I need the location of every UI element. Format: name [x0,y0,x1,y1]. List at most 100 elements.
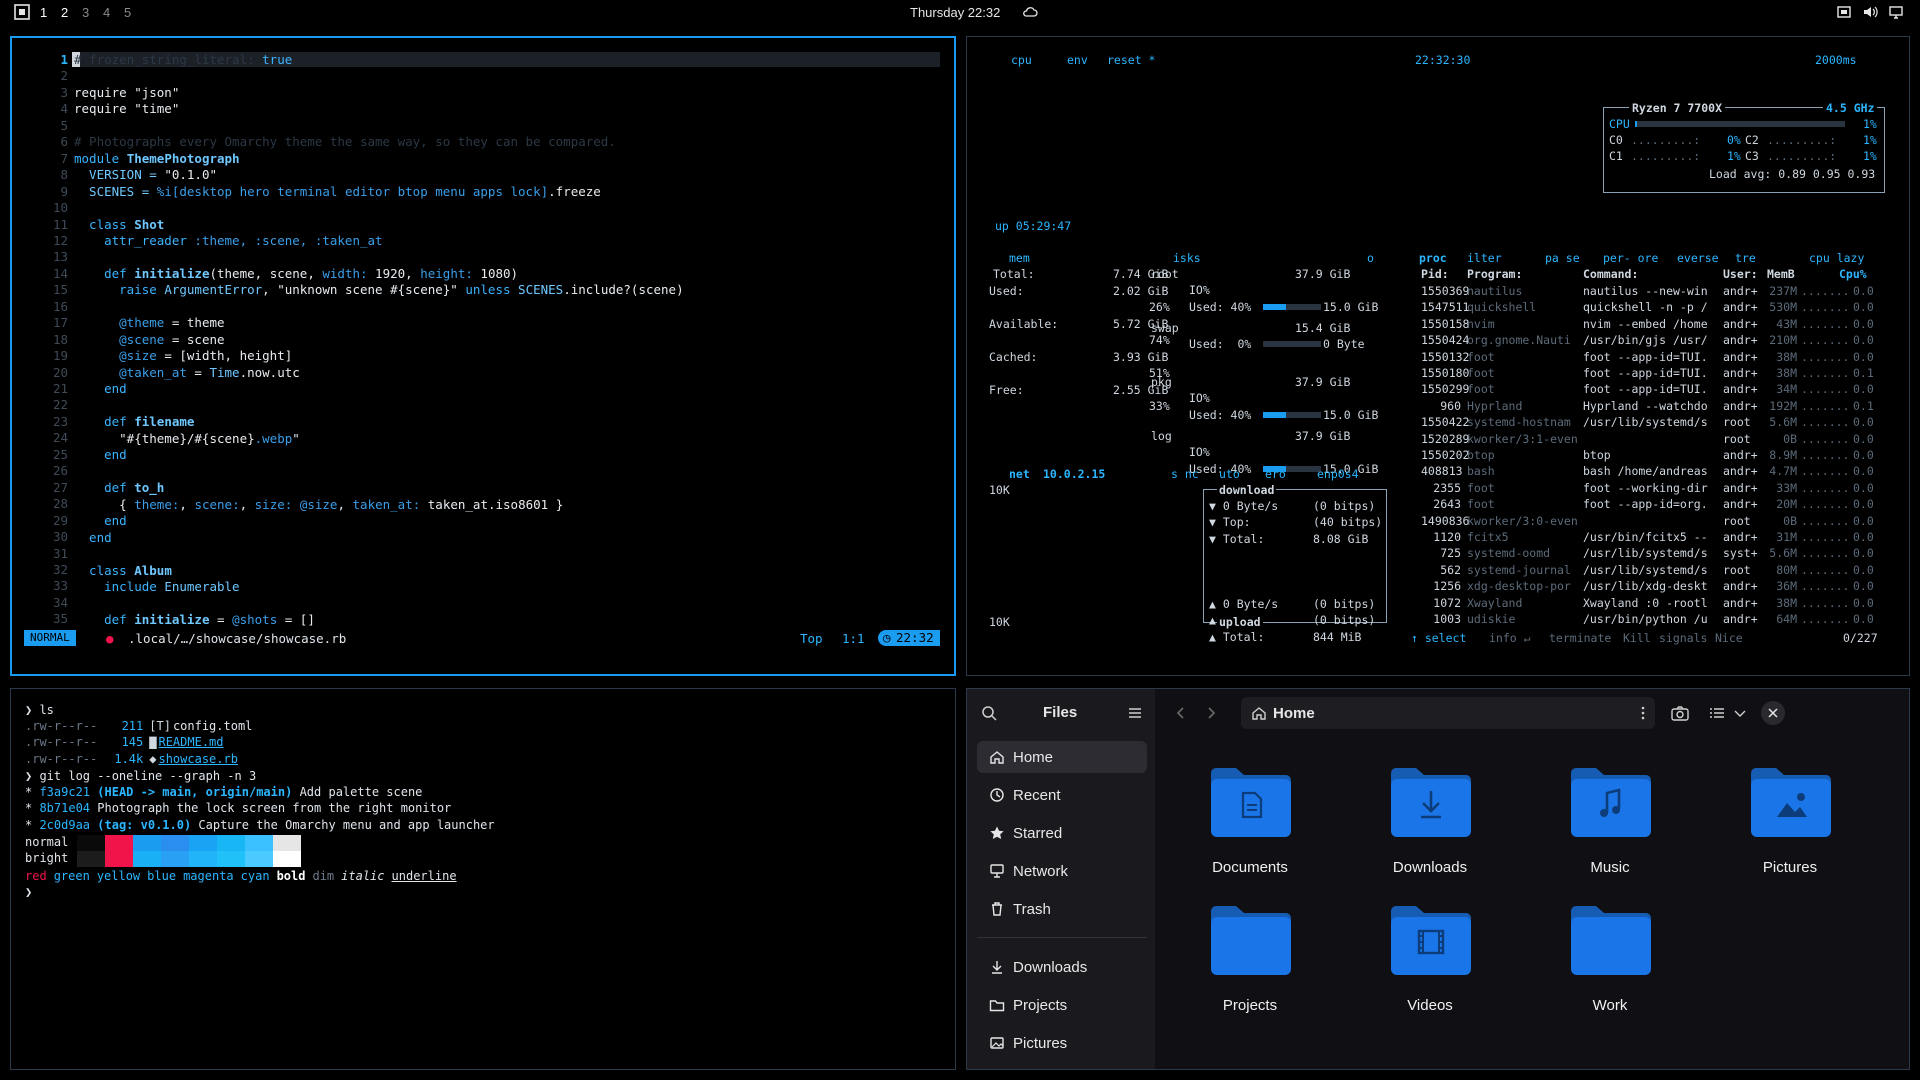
code-line[interactable]: end [74,447,127,462]
code-line[interactable]: "#{theme}/#{scene}.webp" [74,431,300,446]
process-row[interactable]: 1120 fcitx5/usr/bin/fcitx5 -- andr+ 31M....… [967,530,1909,545]
file-name[interactable]: showcase.rb [158,752,237,766]
code-line[interactable]: @theme = theme [74,315,224,330]
camera-icon[interactable] [1671,705,1689,721]
code-comment[interactable]: # Photographs every Omarchy theme the sa… [74,134,616,149]
proc-tree[interactable]: tre [1735,251,1756,265]
process-row[interactable]: 1550369 nautilus nautilus --new-win andr+ 23… [967,284,1909,299]
kill-hint[interactable]: Kill [1623,631,1651,645]
col-command[interactable]: Command: [1583,267,1638,281]
process-row[interactable]: 1550424 org.gnome.Nauti/usr/bin/gjs /usr/… [967,333,1909,348]
volume-icon[interactable] [1862,4,1878,20]
signals-hint[interactable]: signals [1659,631,1707,645]
menu-icon[interactable] [1127,705,1143,721]
process-row[interactable]: 725 systemd-oomd/usr/lib/systemd/s syst+ 5.… [967,546,1909,561]
process-row[interactable]: 1003 udiskie/usr/bin/python /u andr+ 64M...… [967,612,1909,627]
folder-documents[interactable]: Documents [1185,765,1315,885]
process-row[interactable]: 960 Hyprland Hyprland --watchdo andr+ 192M..… [967,399,1909,414]
code-line[interactable]: SCENES = %i[desktop hero terminal editor… [74,184,601,199]
code-line[interactable]: class Shot [74,217,164,232]
col-cpu[interactable]: Cpu% [1839,267,1867,281]
process-row[interactable]: 1550299 foot foot --app-id=TUI. andr+ 34M...… [967,382,1909,397]
workspace-1[interactable]: 1 [40,5,47,20]
update-interval[interactable]: 2000ms [1815,53,1857,67]
col-user[interactable]: User: [1723,267,1758,281]
sidebar-item-recent[interactable]: Recent [977,779,1147,811]
disks-title[interactable]: isks [1173,251,1201,265]
folder-projects[interactable]: Projects [1185,903,1315,1023]
folder-pictures[interactable]: Pictures [1725,765,1855,885]
process-row[interactable]: 1550202 btop btop andr+ 8.9M....... 0.0 [967,448,1909,463]
code-line[interactable]: include Enumerable [74,579,239,594]
sidebar-item-network[interactable]: Network [977,855,1147,887]
process-row[interactable]: 2355 foot foot --working-dir andr+ 33M......… [967,481,1909,496]
terminal-window[interactable]: ❯ ls .rw-r--r-- 211 [T] config.toml .rw-r--r… [10,688,956,1070]
code-line[interactable]: @scene = scene [74,332,224,347]
breadcrumb[interactable]: Home [1273,705,1315,722]
workspace-2[interactable]: 2 [61,5,68,20]
code-line[interactable]: def initialize(theme, scene, width: 1920… [74,266,518,281]
env-toggle[interactable]: env [1067,53,1088,67]
clock[interactable]: Thursday 22:32 [910,5,1000,20]
proc-title[interactable]: proc [1419,251,1447,265]
process-row[interactable]: 408813 bash bash /home/andreas andr+ 4.7M...… [967,464,1909,479]
folder-work[interactable]: Work [1545,903,1675,1023]
code-line[interactable]: require "time" [74,101,179,116]
mem-title[interactable]: mem [1009,251,1030,265]
sidebar-item-downloads[interactable]: Downloads [977,951,1147,983]
code-line[interactable]: def to_h [74,480,164,495]
code-line[interactable]: def filename [74,414,194,429]
search-icon[interactable] [981,705,997,721]
col-pid[interactable]: Pid: [1421,267,1449,281]
display-icon[interactable] [1888,4,1904,20]
info-hint[interactable]: info ↵ [1489,631,1531,645]
omarchy-logo-icon[interactable] [14,4,30,20]
code-line[interactable]: @size = [width, height] [74,348,292,363]
code-line[interactable]: @taken_at = Time.now.utc [74,365,300,380]
sidebar-item-starred[interactable]: Starred [977,817,1147,849]
col-program[interactable]: Program: [1467,267,1522,281]
list-view-icon[interactable] [1709,705,1725,721]
proc-sort[interactable]: cpu lazy [1809,251,1864,265]
files-window[interactable]: Files Home Recent Starred Network Trash Down… [966,688,1910,1070]
file-name[interactable]: README.md [158,735,223,749]
folder-music[interactable]: Music [1545,765,1675,885]
process-row[interactable]: 1547511 quickshell quickshell -n -p / andr+… [967,300,1909,315]
code-line[interactable]: attr_reader :theme, :scene, :taken_at [74,233,382,248]
process-row[interactable]: 2643 foot foot --app-id=org. andr+ 20M......… [967,497,1909,512]
code-line[interactable]: require "json" [74,85,179,100]
process-row[interactable]: 1490836 kworker/3:0-even root 0B....... 0.0 [967,514,1909,529]
terminate-hint[interactable]: terminate [1549,631,1611,645]
neovim-window[interactable]: 1 2 3 4 5 6 7 8 9 10 11 12 13 14 15 16 17 18 19 20 21 22 23 24 2… [10,36,956,676]
cloud-icon[interactable] [1022,4,1038,20]
process-row[interactable]: 1072 Xwayland Xwayland :0 -rootl andr+ 38M..… [967,596,1909,611]
code-line[interactable]: # frozen_string_literal: true [74,52,292,67]
forward-icon[interactable] [1203,705,1219,721]
process-row[interactable]: 1256 xdg-desktop-por/usr/lib/xdg-deskt and… [967,579,1909,594]
select-hint[interactable]: ↑ select [1411,631,1466,645]
back-icon[interactable] [1173,705,1189,721]
process-row[interactable]: 1550422 systemd-hostnam/usr/lib/systemd/s… [967,415,1909,430]
path-bar[interactable]: Home [1241,697,1655,729]
reset-button[interactable]: reset * [1107,53,1155,67]
process-row[interactable]: 1550132 foot foot --app-id=TUI. andr+ 38M...… [967,350,1909,365]
kebab-menu-icon[interactable] [1635,705,1651,721]
chevron-down-icon[interactable] [1733,705,1747,721]
col-mem[interactable]: MemB [1767,267,1795,281]
code-line[interactable]: end [74,530,112,545]
code-line[interactable]: { theme:, scene:, size: @size, taken_at:… [74,497,563,512]
cpu-toggle[interactable]: cpu [1011,53,1032,67]
workspace-4[interactable]: 4 [103,5,110,20]
code-line[interactable]: module ThemePhotograph [74,151,240,166]
btop-window[interactable]: cpu env reset * 22:32:30 2000ms Ryzen 7 … [966,36,1910,676]
process-row[interactable]: 562 systemd-journal/usr/lib/systemd/s root… [967,563,1909,578]
code-line[interactable]: class Album [74,563,172,578]
process-row[interactable]: 1550158 nvim nvim --embed /home andr+ 43M...… [967,317,1909,332]
code-line[interactable]: end [74,381,127,396]
close-button[interactable] [1761,701,1785,725]
proc-reverse[interactable]: everse [1677,251,1719,265]
folder-videos[interactable]: Videos [1365,903,1495,1023]
code-line[interactable]: VERSION = "0.1.0" [74,167,217,182]
proc-pause[interactable]: pa se [1545,251,1580,265]
sidebar-item-trash[interactable]: Trash [977,893,1147,925]
